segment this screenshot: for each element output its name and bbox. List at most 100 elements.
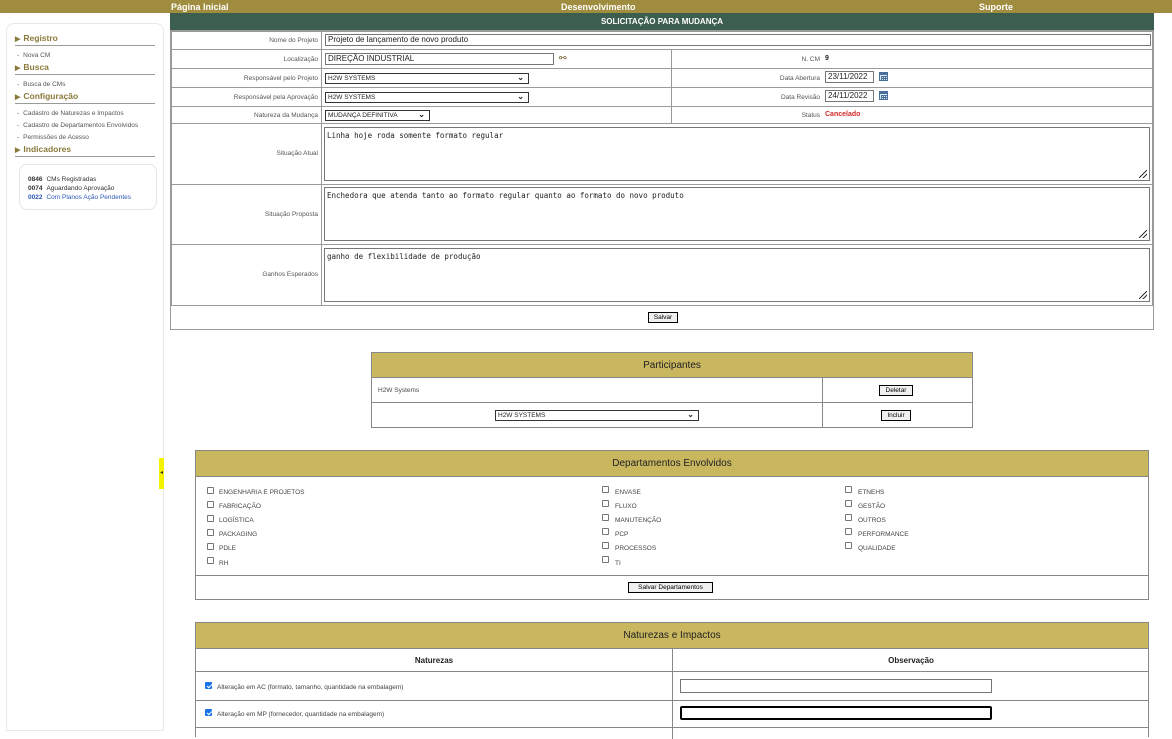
nav-support-link[interactable]: Suporte [979, 2, 1013, 12]
status-value: Cancelado [825, 111, 861, 118]
sidebar-section-registro[interactable]: ▶ Registro [15, 33, 58, 43]
dept-checkbox[interactable] [602, 486, 609, 493]
sidebar-item-busca-cms[interactable]: - Busca de CMs [17, 81, 65, 88]
departments-title: Departamentos Envolvidos [196, 451, 1148, 477]
observation-input[interactable] [680, 679, 992, 693]
dept-checkbox[interactable] [207, 515, 214, 522]
stat-pending[interactable]: 0022 Com Planos Ação Pendentes [28, 194, 131, 201]
chevron-down-icon: ⌄ [687, 410, 694, 419]
project-name-label: Nome do Projeto [269, 37, 318, 44]
dept-checkbox[interactable] [602, 500, 609, 507]
delete-participant-button[interactable]: Deletar [879, 385, 913, 396]
dept-label: PERFORMANCE [858, 531, 909, 538]
review-date-label: Data Revisão [780, 94, 820, 101]
current-situation-textarea[interactable]: Linha hoje roda somente formato regular [324, 127, 1150, 181]
proposed-situation-label: Situação Proposta [264, 211, 318, 218]
ncm-value: 9 [825, 55, 829, 62]
dept-checkbox[interactable] [845, 486, 852, 493]
resize-handle-icon[interactable] [1139, 291, 1147, 299]
divider [15, 45, 155, 46]
resp-approval-label: Responsável pela Aprovação [233, 94, 318, 101]
location-input[interactable]: DIREÇÃO INDUSTRIAL [325, 53, 554, 65]
natures-panel: Naturezas e Impactos Naturezas Observaçã… [195, 622, 1149, 739]
dept-label: PDLE [219, 545, 236, 552]
sidebar-section-configuracao[interactable]: ▶ Configuração [15, 91, 78, 101]
dept-label: MANUTENÇÃO [615, 517, 662, 524]
nature-checkbox[interactable] [205, 682, 212, 689]
resp-project-label: Responsável pelo Projeto [243, 75, 318, 82]
participants-panel: Participantes H2W Systems Deletar H2W SY… [371, 352, 973, 428]
expected-gains-label: Ganhos Esperados [262, 271, 318, 278]
nav-home-link[interactable]: Página Inicial [171, 2, 229, 12]
dept-checkbox[interactable] [602, 514, 609, 521]
dept-checkbox[interactable] [845, 500, 852, 507]
divider [196, 727, 1148, 728]
dept-label: TI [615, 560, 621, 567]
divider [15, 156, 155, 157]
stat-awaiting[interactable]: 0074 Aguardando Aprovação [28, 185, 114, 192]
calendar-icon[interactable] [879, 72, 888, 81]
calendar-icon[interactable] [879, 91, 888, 100]
open-date-input[interactable]: 23/11/2022 [825, 71, 874, 83]
review-date-input[interactable]: 24/11/2022 [825, 90, 874, 102]
dept-checkbox[interactable] [845, 528, 852, 535]
save-button[interactable]: Salvar [648, 312, 678, 323]
sidebar-section-busca[interactable]: ▶ Busca [15, 62, 49, 72]
resp-approval-select[interactable]: H2W SYSTEMS ⌄ [325, 92, 529, 103]
expected-gains-textarea[interactable]: ganho de flexibilidade de produção [324, 248, 1150, 302]
binoculars-icon[interactable]: ⚯ [559, 53, 567, 64]
proposed-situation-textarea[interactable]: Enchedora que atenda tanto ao formato re… [324, 187, 1150, 241]
status-label: Status [801, 112, 820, 119]
dept-checkbox[interactable] [207, 501, 214, 508]
dept-checkbox[interactable] [602, 542, 609, 549]
divider [196, 671, 1148, 672]
divider [196, 575, 1148, 576]
dept-checkbox[interactable] [602, 528, 609, 535]
dept-checkbox[interactable] [845, 542, 852, 549]
dept-label: PROCESSOS [615, 545, 657, 552]
dept-label: QUALIDADE [858, 545, 896, 552]
nature-checkbox[interactable] [205, 709, 212, 716]
add-participant-button[interactable]: Incluir [881, 410, 911, 421]
chevron-down-icon: ⌄ [517, 92, 524, 101]
sidebar: ▶ Registro - Nova CM ▶ Busca - Busca de CMs … [6, 23, 164, 731]
natures-column-header: Naturezas [414, 656, 454, 665]
stat-registered[interactable]: 0846 CMs Registradas [28, 176, 96, 183]
indicators-box: 0846 CMs Registradas 0074 Aguardando Aprov… [19, 164, 157, 210]
chevron-down-icon: ⌄ [517, 73, 524, 82]
sidebar-item-naturezas[interactable]: - Cadastro de Naturezas e Impactos [17, 110, 124, 117]
nature-select[interactable]: MUDANÇA DEFINITIVA ⌄ [325, 110, 430, 121]
triangle-right-icon: ▶ [15, 65, 21, 72]
dept-checkbox[interactable] [845, 514, 852, 521]
dept-label: OUTROS [858, 517, 886, 524]
project-name-input[interactable]: Projeto de lançamento de novo produto [325, 34, 1151, 46]
dept-label: PACKAGING [219, 531, 258, 538]
resp-project-select[interactable]: H2W SYSTEMS ⌄ [325, 73, 529, 84]
arrow-left-icon: ◂ [160, 470, 164, 476]
collapse-sidebar-handle[interactable]: ◂ [159, 458, 164, 489]
triangle-right-icon: ▶ [15, 147, 21, 154]
resize-handle-icon[interactable] [1139, 230, 1147, 238]
dept-checkbox[interactable] [602, 556, 609, 563]
dept-label: FABRICAÇÃO [219, 503, 261, 510]
observation-input[interactable] [680, 706, 992, 720]
departments-panel: Departamentos Envolvidos ENGENHARIA E PR… [195, 450, 1149, 600]
divider [15, 74, 155, 75]
triangle-right-icon: ▶ [15, 36, 21, 43]
sidebar-item-departamentos[interactable]: - Cadastro de Departamentos Envolvidos [17, 122, 138, 129]
change-request-form: Nome do Projeto Projeto de lançamento de… [170, 30, 1154, 330]
resize-handle-icon[interactable] [1139, 170, 1147, 178]
sidebar-item-nova-cm[interactable]: - Nova CM [17, 52, 50, 59]
dept-checkbox[interactable] [207, 543, 214, 550]
dept-checkbox[interactable] [207, 529, 214, 536]
dept-checkbox[interactable] [207, 557, 214, 564]
nav-development-link[interactable]: Desenvolvimento [561, 2, 636, 12]
sidebar-section-indicadores[interactable]: ▶ Indicadores [15, 144, 71, 154]
dept-checkbox[interactable] [207, 487, 214, 494]
save-departments-button[interactable]: Salvar Departamentos [628, 582, 713, 593]
participant-select[interactable]: H2W SYSTEMS ⌄ [495, 410, 699, 421]
sidebar-item-permissoes[interactable]: - Permissões de Acesso [17, 134, 89, 141]
participants-title: Participantes [372, 353, 972, 378]
divider [196, 700, 1148, 701]
dept-label: LOGÍSTICA [219, 517, 254, 524]
